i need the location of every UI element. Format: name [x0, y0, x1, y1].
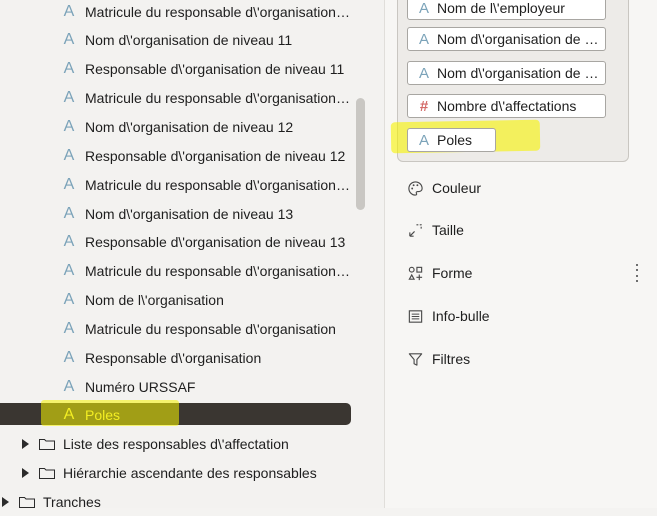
field-label: Responsable d\'organisation de niveau 12 [85, 147, 346, 164]
field-label: Poles [85, 406, 121, 423]
field-label: Responsable d\'organisation de niveau 13 [85, 233, 346, 250]
field-label: Responsable d\'organisation [85, 349, 262, 366]
field-label: Nom d\'organisation de niveau 12 [85, 118, 294, 135]
attribute-icon: A [63, 261, 75, 279]
chip-item[interactable]: A Nom de l\'employeur [407, 0, 606, 20]
attribute-icon: A [63, 204, 75, 222]
field-item[interactable]: A Responsable d\'organisation de niveau 1… [62, 141, 352, 170]
field-label: Numéro URSSAF [85, 378, 196, 395]
attribute-icon: A [418, 0, 429, 17]
field-label: Nom de l\'organisation [85, 291, 224, 308]
folder-label: Hiérarchie ascendante des responsables [63, 464, 317, 481]
filter-icon [408, 352, 423, 366]
chip-label: Nom de l\'employeur [437, 0, 565, 16]
chip-label: Nom d\'organisation de niveau 2 [437, 65, 605, 81]
attribute-icon: A [63, 30, 75, 48]
resize-icon [409, 223, 422, 237]
attribute-icon: A [63, 405, 75, 423]
property-taille[interactable]: Taille [407, 218, 464, 242]
field-label: Matricule du responsable d\'organisation… [85, 176, 351, 193]
field-item[interactable]: A Nom d\'organisation de niveau 13 [62, 199, 352, 228]
folder-icon [19, 496, 35, 508]
measure-icon: # [419, 97, 429, 115]
chip-item[interactable]: A Nom d\'organisation de niveau 1 [407, 27, 606, 51]
field-item-selected[interactable]: A Poles [62, 400, 352, 429]
field-item[interactable]: A Nom d\'organisation de niveau 12 [62, 112, 352, 141]
attribute-icon: A [63, 232, 75, 250]
folder-icon [39, 467, 55, 479]
property-label: Filtres [432, 351, 471, 367]
field-label: Matricule du responsable d\'organisation… [85, 3, 351, 20]
field-item[interactable]: A Responsable d\'organisation [62, 343, 352, 372]
shapes-icon [408, 266, 423, 280]
chip-label: Nombre d\'affectations [437, 98, 577, 114]
expand-arrow-icon[interactable] [22, 438, 29, 449]
field-item[interactable]: A Responsable d\'organisation de niveau 1… [62, 227, 352, 256]
attribute-icon: A [63, 348, 75, 366]
field-item[interactable]: A Matricule du responsable d\'organisatio… [62, 256, 352, 285]
folder-label: Liste des responsables d\'affectation [63, 435, 289, 452]
attribute-icon: A [418, 131, 429, 149]
data-elements-panel: A Matricule du responsable d\'organisatio… [0, 0, 385, 510]
attribute-icon: A [63, 117, 75, 135]
attribute-icon: A [63, 319, 75, 337]
chip-label: Poles [437, 132, 473, 148]
tooltip-icon [408, 309, 423, 323]
drag-handle-icon[interactable] [636, 264, 639, 282]
field-item[interactable]: A Numéro URSSAF [62, 372, 352, 401]
field-item[interactable]: A Matricule du responsable d\'organisatio… [62, 170, 352, 199]
expand-arrow-icon[interactable] [22, 467, 29, 478]
field-label: Matricule du responsable d\'organisation [85, 320, 336, 337]
field-item[interactable]: A Nom de l\'organisation [62, 285, 352, 314]
property-info-bulle[interactable]: Info-bulle [407, 304, 490, 328]
expand-arrow-icon[interactable] [2, 496, 9, 507]
folder-label: Tranches [43, 493, 101, 510]
property-label: Info-bulle [432, 308, 490, 324]
field-item[interactable]: A Nom d\'organisation de niveau 11 [62, 25, 352, 54]
field-label: Matricule du responsable d\'organisation… [85, 89, 351, 106]
property-label: Forme [432, 265, 473, 281]
property-couleur[interactable]: Couleur [407, 176, 481, 200]
property-label: Couleur [432, 180, 482, 196]
chip-item[interactable]: A Nom d\'organisation de niveau 2 [407, 61, 606, 85]
field-label: Matricule du responsable d\'organisation… [85, 262, 351, 279]
property-filtres[interactable]: Filtres [407, 347, 470, 371]
folder-item[interactable]: Tranches [2, 487, 101, 516]
chip-label: Nom d\'organisation de niveau 1 [437, 31, 605, 47]
attribute-icon: A [418, 64, 429, 82]
folder-icon [39, 438, 55, 450]
chip-item[interactable]: # Nombre d\'affectations [407, 94, 606, 118]
attribute-icon: A [63, 88, 75, 106]
attribute-icon: A [418, 30, 429, 48]
chip-item[interactable]: A Poles [407, 128, 496, 152]
attribute-icon: A [63, 146, 75, 164]
field-label: Nom d\'organisation de niveau 13 [85, 205, 294, 222]
attribute-icon: A [63, 59, 75, 77]
attribute-icon: A [63, 175, 75, 193]
field-item[interactable]: A Matricule du responsable d\'organisatio… [62, 0, 352, 26]
attribute-icon: A [63, 377, 75, 395]
attribute-icon: A [63, 2, 75, 20]
field-item[interactable]: A Responsable d\'organisation de niveau 1… [62, 54, 352, 83]
scrollbar-thumb[interactable] [356, 98, 365, 210]
palette-icon [408, 180, 423, 196]
field-item[interactable]: A Matricule du responsable d\'organisatio… [62, 314, 352, 343]
folder-item[interactable]: Liste des responsables d\'affectation [22, 429, 289, 458]
attribute-icon: A [63, 290, 75, 308]
property-label: Taille [432, 222, 464, 238]
field-label: Nom d\'organisation de niveau 11 [85, 31, 293, 48]
field-label: Responsable d\'organisation de niveau 11 [85, 60, 345, 77]
property-forme[interactable]: Forme [407, 261, 472, 285]
field-item[interactable]: A Matricule du responsable d\'organisatio… [62, 83, 352, 112]
folder-item[interactable]: Hiérarchie ascendante des responsables [22, 458, 317, 487]
